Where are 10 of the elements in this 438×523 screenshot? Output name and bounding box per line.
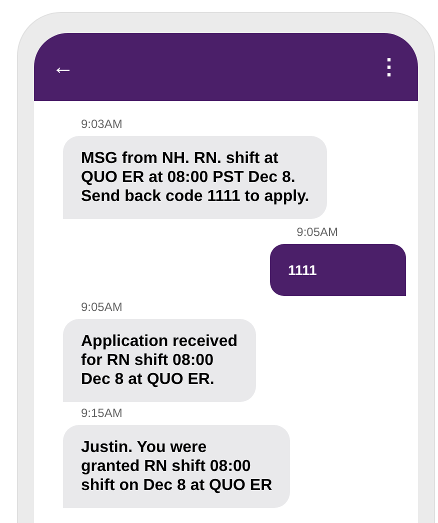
sent-message: 1111 (270, 244, 406, 296)
message-time: 9:05AM (296, 224, 338, 241)
received-message: Application received for RN shift 08:00 Dec 8 at QUO ER. (63, 319, 256, 402)
message-time: 9:05AM (81, 299, 122, 316)
message-time: 9:03AM (81, 116, 122, 133)
message-time: 9:15AM (81, 405, 122, 422)
received-message: Justin. You were granted RN shift 08:00 shift on Dec 8 at QUO ER (63, 425, 290, 508)
back-button[interactable]: ← (52, 56, 74, 78)
received-message: MSG from NH. RN. shift at QUO ER at 08:00 PST Dec 8. Send back code 1111 to apply. (63, 136, 328, 219)
menu-button[interactable]: ⋮ (378, 56, 400, 78)
